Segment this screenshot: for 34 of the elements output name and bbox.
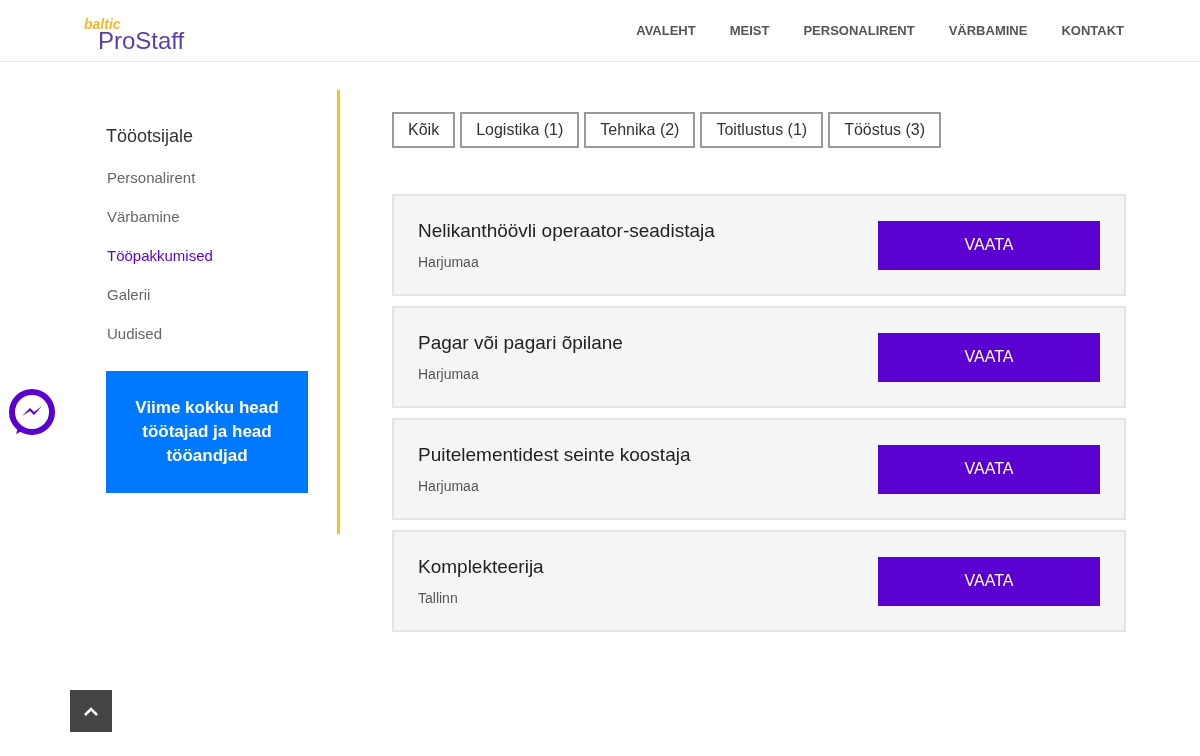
promo-banner: Viime kokku head töötajad ja head tööandjad: [106, 371, 308, 493]
nav-link[interactable]: MEIST: [729, 20, 770, 41]
filter-button[interactable]: Kõik: [392, 112, 456, 148]
nav-link[interactable]: VÄRBAMINE: [948, 20, 1028, 41]
job-title: Puitelementidest seinte koostaja: [418, 443, 691, 468]
nav-link[interactable]: PERSONALIRENT: [803, 20, 915, 41]
logo-wordmark: ProStaff: [98, 28, 185, 53]
view-button[interactable]: VAATA: [878, 556, 1100, 606]
sidebar-link[interactable]: Värbamine: [107, 207, 308, 246]
nav-link[interactable]: AVALEHT: [636, 20, 696, 41]
job-title: Pagar või pagari õpilane: [418, 331, 623, 356]
job-location: Harjumaa: [418, 252, 480, 272]
job-location: Tallinn: [418, 588, 459, 608]
chevron-up-icon: [84, 706, 98, 716]
sidebar-link[interactable]: Uudised: [107, 324, 308, 363]
sidebar-link[interactable]: Tööpakkumised: [107, 246, 308, 285]
filter-button[interactable]: Toitlustus (1): [700, 112, 824, 148]
filter-button[interactable]: Tööstus (3): [828, 112, 942, 148]
job-title: Komplekteerija: [418, 555, 544, 580]
job-location: Harjumaa: [418, 476, 480, 496]
view-button[interactable]: VAATA: [878, 444, 1100, 494]
nav-link[interactable]: KONTAKT: [1061, 20, 1124, 41]
logo-tagline: baltic: [84, 16, 121, 31]
job-location: Harjumaa: [418, 364, 480, 384]
view-button[interactable]: VAATA: [878, 220, 1100, 270]
sidebar-link[interactable]: Personalirent: [107, 168, 308, 207]
filter-button[interactable]: Logistika (1): [460, 112, 580, 148]
job-title: Nelikanthöövli operaator-seadistaja: [418, 219, 715, 244]
view-button[interactable]: VAATA: [878, 332, 1100, 382]
sidebar-link[interactable]: Galerii: [107, 285, 308, 324]
messenger-icon[interactable]: [8, 388, 56, 436]
sidebar-title: Tööotsijale: [106, 125, 195, 148]
scroll-top-button[interactable]: [70, 690, 112, 732]
filter-button[interactable]: Tehnika (2): [584, 112, 696, 148]
